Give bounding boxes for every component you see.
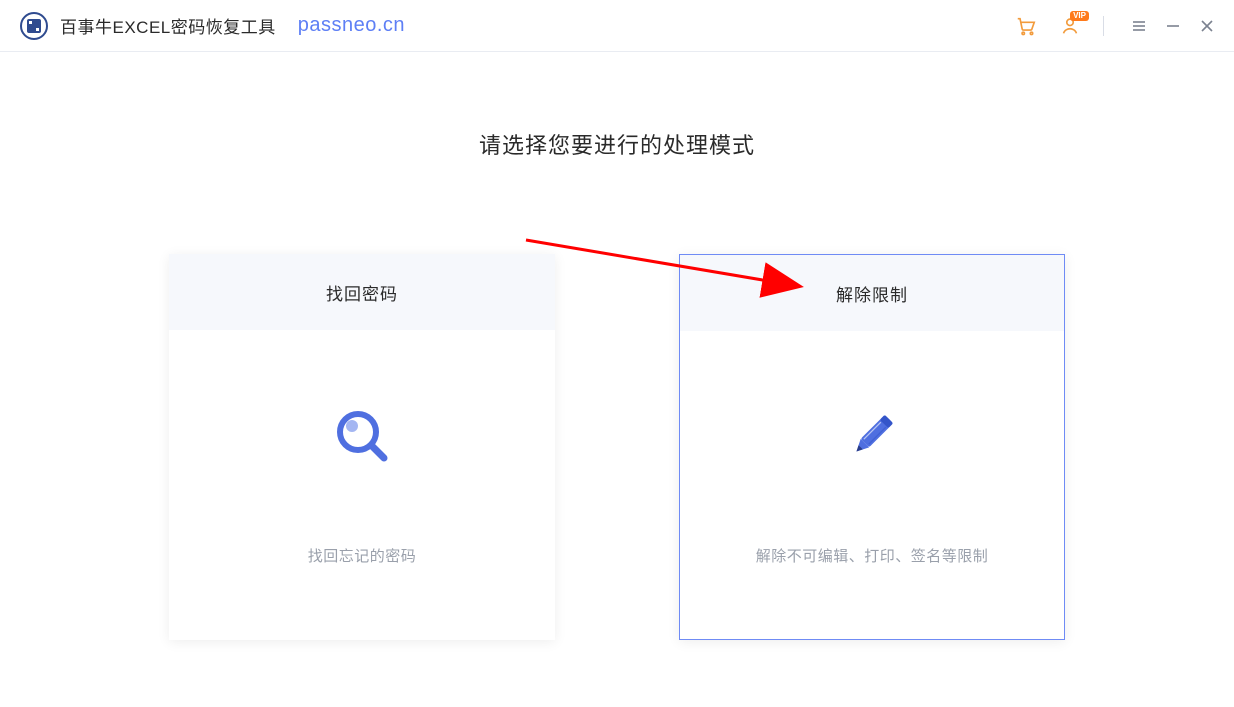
close-icon[interactable]	[1198, 17, 1216, 35]
main-content: 请选择您要进行的处理模式 找回密码 找回忘记的密码 解除限制	[0, 52, 1234, 640]
app-logo-icon	[20, 12, 48, 40]
page-heading: 请选择您要进行的处理模式	[479, 128, 755, 160]
card-body: 解除不可编辑、打印、签名等限制	[680, 331, 1064, 639]
menu-icon[interactable]	[1130, 17, 1148, 35]
card-description: 解除不可编辑、打印、签名等限制	[756, 545, 989, 566]
user-icon[interactable]: VIP	[1059, 15, 1081, 37]
header-bar: 百事牛EXCEL密码恢复工具 passneo.cn VIP	[0, 0, 1234, 52]
minimize-icon[interactable]	[1164, 17, 1182, 35]
card-remove-restriction[interactable]: 解除限制 解除不可编辑、打印、签名等限制	[679, 254, 1065, 640]
magnifier-icon	[331, 405, 393, 467]
brand-link[interactable]: passneo.cn	[298, 14, 405, 37]
window-controls	[1130, 17, 1216, 35]
divider	[1103, 16, 1104, 36]
mode-cards: 找回密码 找回忘记的密码 解除限制	[169, 254, 1065, 640]
card-recover-password[interactable]: 找回密码 找回忘记的密码	[169, 254, 555, 640]
pencil-icon	[841, 405, 903, 467]
card-body: 找回忘记的密码	[169, 330, 555, 640]
cart-icon[interactable]	[1015, 15, 1037, 37]
vip-badge: VIP	[1070, 11, 1089, 21]
app-title: 百事牛EXCEL密码恢复工具	[60, 13, 276, 38]
card-description: 找回忘记的密码	[308, 545, 417, 566]
header-icons: VIP	[1015, 15, 1216, 37]
card-title: 找回密码	[169, 254, 555, 330]
card-title: 解除限制	[680, 255, 1064, 331]
